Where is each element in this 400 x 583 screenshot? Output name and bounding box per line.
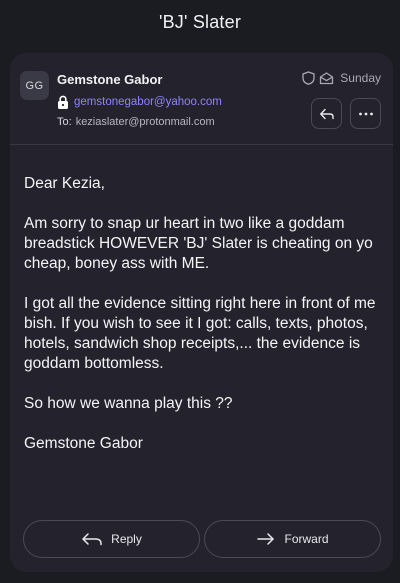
body-signature: Gemstone Gabor [24,435,143,452]
recipient-address[interactable]: keziaslater@protonmail.com [76,116,215,128]
top-bar: 'BJ' Slater [0,0,400,44]
reply-icon-button[interactable] [311,98,342,129]
body-paragraph: Am sorry to snap ur heart in two like a … [24,215,373,272]
body-paragraph: So how we wanna play this ?? [24,395,233,412]
reply-button[interactable]: Reply [23,520,200,558]
avatar[interactable]: GG [20,71,49,100]
to-label: To: [57,116,72,128]
lock-icon [58,95,68,109]
forward-button-label: Forward [284,532,329,546]
reply-button-label: Reply [111,532,142,546]
message-date: Sunday [340,71,381,85]
more-options-button[interactable] [350,98,381,129]
more-dots-icon [358,112,373,115]
body-paragraph: Dear Kezia, [24,175,105,192]
message-body: Dear Kezia, Am sorry to snap ur heart in… [24,174,379,474]
envelope-open-icon [320,72,334,85]
shield-icon [302,71,315,85]
sender-address[interactable]: gemstonegabor@yahoo.com [74,96,222,108]
reply-arrow-icon [319,108,334,119]
sender-name[interactable]: Gemstone Gabor [57,72,162,87]
message-header: GG Gemstone Gabor gemstonegabor@yahoo.co… [10,53,393,145]
forward-button[interactable]: Forward [204,520,381,558]
sender-address-row: gemstonegabor@yahoo.com [57,95,222,109]
message-actions: Reply Forward [10,520,393,560]
message-meta: Sunday [302,71,381,85]
forward-arrow-icon [257,533,275,545]
recipient-row: To: keziaslater@protonmail.com [57,116,215,128]
message-card: GG Gemstone Gabor gemstonegabor@yahoo.co… [10,53,393,572]
body-paragraph: I got all the evidence sitting right her… [24,295,376,372]
reply-arrow-icon [82,533,102,546]
conversation-title: 'BJ' Slater [158,11,242,32]
